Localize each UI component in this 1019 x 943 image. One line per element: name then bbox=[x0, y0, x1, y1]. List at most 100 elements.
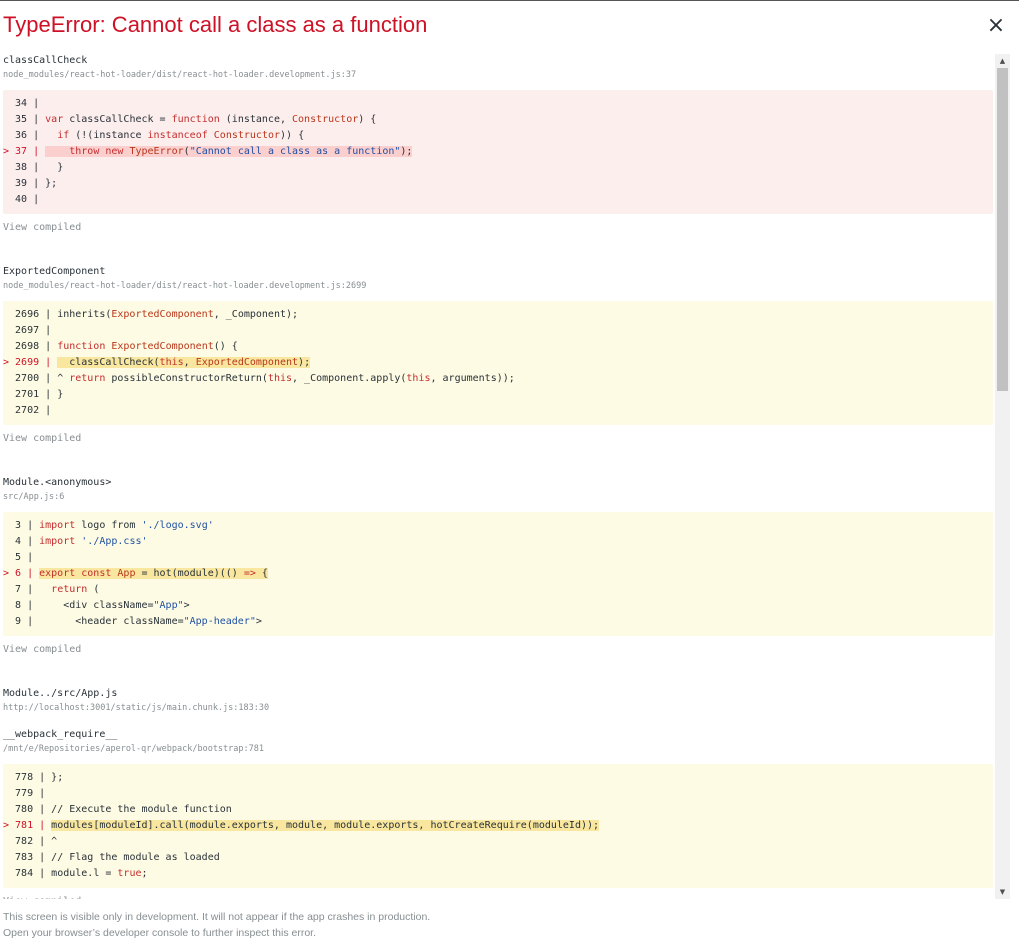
line-number-gutter: 2702 | bbox=[3, 405, 58, 416]
line-number-gutter: > 2699 | bbox=[3, 357, 58, 368]
view-compiled-link[interactable]: View compiled bbox=[0, 643, 995, 657]
line-number-gutter: 780 | bbox=[3, 804, 52, 815]
line-number-gutter: 5 | bbox=[3, 552, 40, 563]
code-token: ); bbox=[400, 146, 413, 157]
code-token: Constructor bbox=[213, 130, 281, 141]
code-token: ExportedComponent bbox=[195, 357, 299, 368]
line-number-gutter: 2700 | bbox=[3, 373, 58, 384]
code-text: } bbox=[45, 162, 63, 173]
code-text: inherits(ExportedComponent, _Component); bbox=[57, 309, 298, 320]
line-number-gutter: > 781 | bbox=[3, 820, 52, 831]
code-text: var classCallCheck = function (instance,… bbox=[45, 114, 376, 125]
view-compiled-link[interactable]: View compiled bbox=[0, 895, 995, 899]
code-token: this bbox=[267, 373, 293, 384]
code-line: 783 | // Flag the module as loaded bbox=[3, 850, 993, 866]
close-button[interactable]: × bbox=[984, 12, 1008, 40]
code-token: ; bbox=[141, 868, 148, 879]
code-token: instanceof bbox=[147, 130, 208, 141]
line-number-gutter: 7 | bbox=[3, 584, 40, 595]
code-line: 2701 | } bbox=[3, 387, 993, 403]
code-token: module.l = bbox=[51, 868, 118, 879]
code-token: , _Component.apply( bbox=[292, 373, 407, 384]
code-line: 780 | // Execute the module function bbox=[3, 802, 993, 818]
code-token: ExportedComponent bbox=[111, 341, 214, 352]
scroll-down-arrow-icon[interactable]: ▼ bbox=[995, 885, 1010, 899]
view-compiled-link[interactable]: View compiled bbox=[0, 221, 995, 235]
code-token: import bbox=[39, 520, 76, 531]
line-number-gutter: 38 | bbox=[3, 162, 46, 173]
code-token: ); bbox=[298, 357, 311, 368]
code-token: ) { bbox=[358, 114, 377, 125]
code-token: "App" bbox=[153, 600, 184, 611]
code-token: true bbox=[117, 868, 142, 879]
code-token: Constructor bbox=[292, 114, 359, 125]
code-token: ^ bbox=[57, 373, 70, 384]
code-line: 9 | <header className="App-header"> bbox=[3, 614, 993, 630]
scrollbar-thumb[interactable] bbox=[997, 68, 1008, 391]
error-header: TypeError: Cannot call a class as a func… bbox=[3, 11, 979, 43]
code-token: <div className= bbox=[39, 600, 154, 611]
code-token: = hot(module)(() bbox=[135, 568, 244, 579]
code-token: ExportedComponent bbox=[111, 309, 214, 320]
code-line: 7 | return ( bbox=[3, 582, 993, 598]
line-number-gutter: 3 | bbox=[3, 520, 40, 531]
error-title: TypeError: Cannot call a class as a func… bbox=[3, 12, 428, 37]
line-number-gutter: 778 | bbox=[3, 772, 52, 783]
code-token: './logo.svg' bbox=[141, 520, 214, 531]
code-line: 3 | import logo from './logo.svg' bbox=[3, 518, 993, 534]
code-token: var bbox=[45, 114, 64, 125]
frame-file-location[interactable]: /mnt/e/Repositories/aperol-qr/webpack/bo… bbox=[0, 743, 995, 755]
code-text: module.l = true; bbox=[51, 868, 147, 879]
line-number-gutter: 35 | bbox=[3, 114, 46, 125]
line-number-gutter: 2696 | bbox=[3, 309, 58, 320]
code-snippet: 34 | 35 | var classCallCheck = function … bbox=[3, 90, 993, 214]
code-text: }; bbox=[45, 178, 57, 189]
code-line: 2698 | function ExportedComponent() { bbox=[3, 339, 993, 355]
code-text: }; bbox=[51, 772, 63, 783]
code-token: TypeError bbox=[129, 146, 184, 157]
frame-file-location[interactable]: http://localhost:3001/static/js/main.chu… bbox=[0, 702, 995, 714]
highlighted-code-line: > 6 | export const App = hot(module)(() … bbox=[3, 566, 993, 582]
code-token: } bbox=[57, 389, 64, 400]
window-top-border bbox=[0, 0, 1019, 1]
code-token: }; bbox=[51, 772, 64, 783]
frame-function-name: ExportedComponent bbox=[3, 266, 106, 277]
code-token: } bbox=[45, 162, 64, 173]
code-line: 40 | bbox=[3, 192, 993, 208]
code-token: return bbox=[51, 584, 88, 595]
code-token: return bbox=[69, 373, 106, 384]
stack-frame: ExportedComponent node_modules/react-hot-… bbox=[0, 265, 995, 446]
code-text: modules[moduleId].call(module.exports, m… bbox=[51, 820, 600, 831]
code-token: logo from bbox=[75, 520, 142, 531]
code-token: () { bbox=[213, 341, 238, 352]
line-number-gutter: > 37 | bbox=[3, 146, 46, 157]
code-text: classCallCheck(this, ExportedComponent); bbox=[57, 357, 311, 368]
scroll-up-arrow-icon[interactable]: ▲ bbox=[995, 54, 1010, 68]
frame-file-location[interactable]: node_modules/react-hot-loader/dist/react… bbox=[0, 69, 995, 81]
view-compiled-link[interactable]: View compiled bbox=[0, 432, 995, 446]
line-number-gutter: 4 | bbox=[3, 536, 40, 547]
code-token: throw new bbox=[69, 146, 124, 157]
code-text: throw new TypeError("Cannot call a class… bbox=[45, 146, 413, 157]
code-line: 2700 | ^ return possibleConstructorRetur… bbox=[3, 371, 993, 387]
frame-file-location[interactable]: node_modules/react-hot-loader/dist/react… bbox=[0, 280, 995, 292]
code-text: <header className="App-header"> bbox=[39, 616, 262, 627]
highlighted-code-line: > 37 | throw new TypeError("Cannot call … bbox=[3, 144, 993, 160]
highlighted-code-line: > 781 | modules[moduleId].call(module.ex… bbox=[3, 818, 993, 834]
stack-frames-container[interactable]: classCallCheck node_modules/react-hot-loa… bbox=[0, 54, 995, 899]
code-token: "App-header" bbox=[183, 616, 256, 627]
code-token: }; bbox=[45, 178, 58, 189]
vertical-scrollbar[interactable]: ▲ ▼ bbox=[995, 54, 1010, 899]
code-line: 2702 | bbox=[3, 403, 993, 419]
code-token: => bbox=[243, 568, 256, 579]
line-number-gutter: 2698 | bbox=[3, 341, 58, 352]
code-line: 778 | }; bbox=[3, 770, 993, 786]
frame-file-location[interactable]: src/App.js:6 bbox=[0, 491, 995, 503]
code-token: function bbox=[171, 114, 220, 125]
footer-line-production: This screen is visible only in developme… bbox=[3, 911, 431, 923]
code-snippet: 2696 | inherits(ExportedComponent, _Comp… bbox=[3, 301, 993, 425]
code-token: './App.css' bbox=[81, 536, 148, 547]
code-line: 784 | module.l = true; bbox=[3, 866, 993, 882]
line-number-gutter: 783 | bbox=[3, 852, 52, 863]
